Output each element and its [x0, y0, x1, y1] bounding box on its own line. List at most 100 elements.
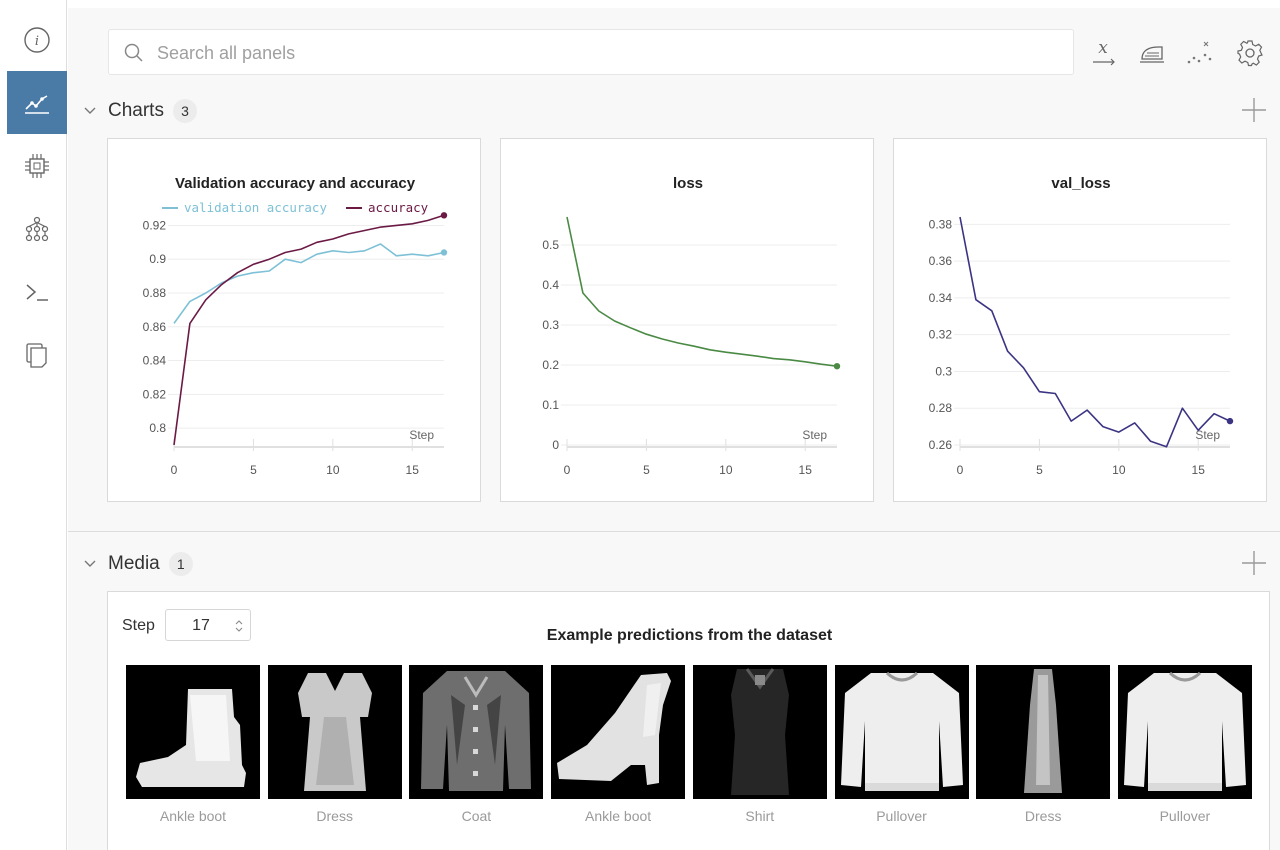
prediction-label: Ankle boot [585, 808, 652, 824]
panel-count-badge: 3 [172, 99, 197, 123]
info-icon: i [24, 26, 50, 53]
section-title: Media [108, 553, 160, 574]
prediction-label: Coat [461, 808, 492, 824]
prediction-label: Pullover [1159, 808, 1211, 824]
sidebar-item-logs[interactable] [7, 260, 67, 323]
chart-panel-accuracy[interactable]: Validation accuracy and accuracy 0.8 0.82 0… [107, 138, 481, 502]
x-tick-label: 10 [1112, 463, 1126, 477]
series-line [959, 216, 1231, 448]
media-title: Example predictions from the dataset [546, 627, 833, 644]
outliers-button[interactable] [1185, 38, 1215, 68]
y-tick-label: 0.34 [929, 291, 953, 305]
series-endpoint [833, 363, 841, 370]
y-tick-label: 0.9 [149, 252, 166, 266]
prediction-label: Shirt [745, 808, 775, 824]
media-section-header[interactable]: Media 1 [82, 549, 193, 579]
clothing-image-dress [297, 673, 372, 791]
add-panel-icon[interactable] [1241, 550, 1267, 576]
x-tick-label: 10 [719, 463, 733, 477]
prediction-label: Dress [316, 808, 353, 824]
y-tick-label: 0.1 [542, 398, 559, 412]
prediction-image[interactable] [551, 665, 686, 799]
workspace: Search all panels x Charts 3 Validation … [68, 8, 1280, 850]
series-endpoint [440, 212, 448, 219]
y-tick-label: 0.5 [542, 238, 559, 252]
y-tick-label: 0.36 [929, 254, 953, 268]
search-icon [124, 43, 143, 62]
sidebar-item-system[interactable] [7, 134, 67, 197]
prediction-image[interactable] [834, 665, 969, 799]
prediction-image[interactable] [267, 665, 402, 799]
media-panel: Step 17 Example predictions from the dat… [107, 591, 1270, 850]
y-tick-label: 0.92 [143, 218, 167, 232]
clothing-image-boot [136, 689, 246, 787]
settings-icon [1237, 40, 1263, 67]
y-tick-label: 0.32 [929, 328, 953, 342]
chart-title: val_loss [1051, 175, 1110, 192]
y-tick-label: 0.38 [929, 217, 953, 231]
chart-title: loss [673, 175, 703, 192]
clothing-image-pullover [1123, 671, 1246, 791]
x-tick-label: 0 [171, 463, 178, 477]
panel-count-badge: 1 [168, 552, 193, 576]
clothing-image-thin [1024, 669, 1063, 793]
series-endpoint [1226, 417, 1234, 425]
chart-panel-loss[interactable]: loss 0 0.1 0.2 0.3 0.4 0.5 0 5 10 15 Step [500, 138, 874, 502]
sidebar-item-model[interactable] [7, 197, 67, 260]
chart-panel-val-loss[interactable]: val_loss 0.26 0.28 0.3 0.32 0.34 0.36 0.38 0 5 10 1… [893, 138, 1267, 502]
x-tick-label: 15 [1192, 463, 1206, 477]
settings-button[interactable] [1235, 38, 1265, 68]
add-panel-icon[interactable] [1241, 97, 1267, 123]
loss-chart: loss 0 0.1 0.2 0.3 0.4 0.5 0 5 10 15 Step [542, 175, 841, 477]
x-axis-label: Step [409, 428, 434, 442]
outliers-icon [1187, 41, 1212, 64]
y-tick-label: 0.28 [929, 401, 953, 415]
y-tick-label: 0.4 [542, 278, 559, 292]
prediction-label: Ankle boot [159, 808, 227, 824]
x-axis-label: Step [802, 428, 827, 442]
y-tick-label: 0.3 [542, 318, 559, 332]
sidebar-item-charts[interactable] [7, 71, 67, 134]
section-divider [68, 531, 1280, 532]
prediction-image[interactable] [409, 665, 544, 799]
clothing-image-coat [421, 671, 532, 791]
search-bar[interactable]: Search all panels [108, 29, 1074, 75]
x-tick-label: 0 [957, 463, 964, 477]
charts-section-header[interactable]: Charts 3 [82, 96, 197, 126]
legend-label: validation accuracy [184, 200, 327, 215]
y-tick-label: 0.84 [143, 354, 167, 368]
prediction-image[interactable] [692, 665, 827, 799]
files-icon [26, 342, 47, 368]
model-graph-icon [25, 216, 49, 241]
sidebar: i [0, 0, 67, 850]
charts-icon [25, 94, 49, 114]
prediction-image[interactable] [126, 665, 260, 799]
y-tick-label: 0.88 [143, 286, 167, 300]
y-tick-label: 0 [552, 438, 559, 452]
chevron-down-icon [84, 560, 96, 567]
x-tick-label: 15 [406, 463, 420, 477]
x-axis-button[interactable]: x [1089, 38, 1119, 68]
chevron-down-icon [84, 107, 96, 114]
accuracy-chart: Validation accuracy and accuracy 0.8 0.82 0… [143, 175, 448, 477]
clothing-image-boot2 [557, 673, 672, 785]
prediction-image[interactable] [1117, 665, 1252, 799]
clothing-image-shirt [730, 668, 789, 795]
series-line [173, 214, 445, 446]
sidebar-item-files[interactable] [7, 323, 67, 386]
search-input[interactable]: Search all panels [157, 43, 295, 64]
prediction-image[interactable] [976, 665, 1111, 799]
chart-title: Validation accuracy and accuracy [175, 175, 416, 192]
prediction-label: Pullover [876, 808, 927, 824]
sidebar-item-overview[interactable]: i [7, 8, 67, 71]
series-endpoint [440, 249, 448, 256]
x-axis-icon: x [1093, 38, 1115, 66]
chip-icon [25, 153, 49, 178]
val-loss-chart: val_loss 0.26 0.28 0.3 0.32 0.34 0.36 0.38 0 5 10 1… [929, 175, 1234, 477]
smoothing-button[interactable] [1137, 38, 1167, 68]
prediction-label: Dress [1024, 808, 1062, 824]
section-title: Charts [108, 100, 164, 121]
x-tick-label: 15 [799, 463, 813, 477]
x-tick-label: 5 [643, 463, 650, 477]
smoothing-icon [1140, 46, 1164, 63]
